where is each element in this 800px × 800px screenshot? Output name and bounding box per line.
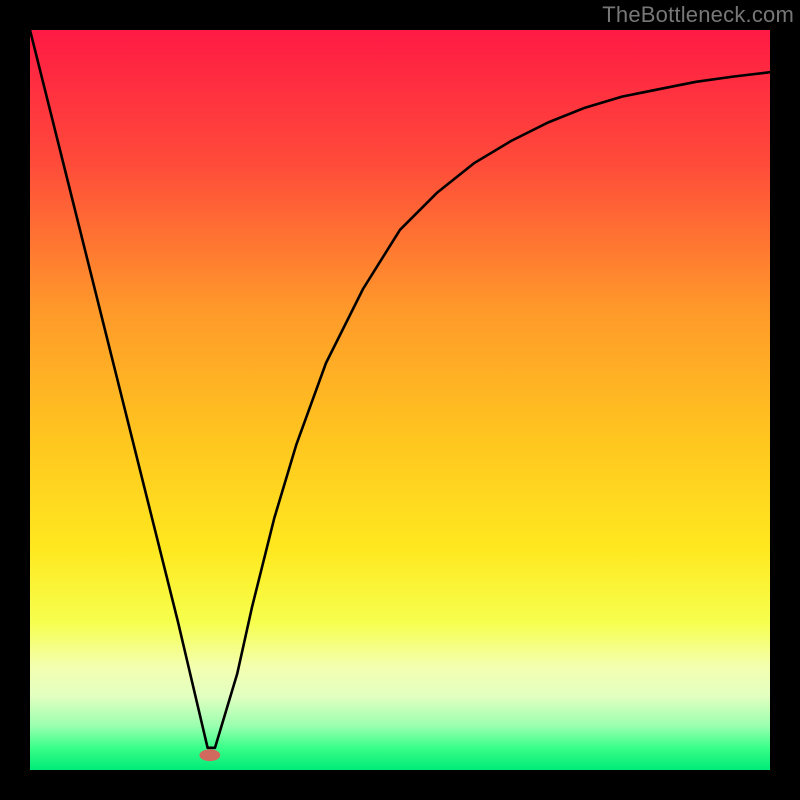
minimum-marker xyxy=(199,749,220,761)
chart-frame: TheBottleneck.com xyxy=(0,0,800,800)
bottleneck-curve-chart xyxy=(30,30,770,770)
gradient-background xyxy=(30,30,770,770)
plot-area xyxy=(30,30,770,770)
watermark-text: TheBottleneck.com xyxy=(602,2,794,28)
